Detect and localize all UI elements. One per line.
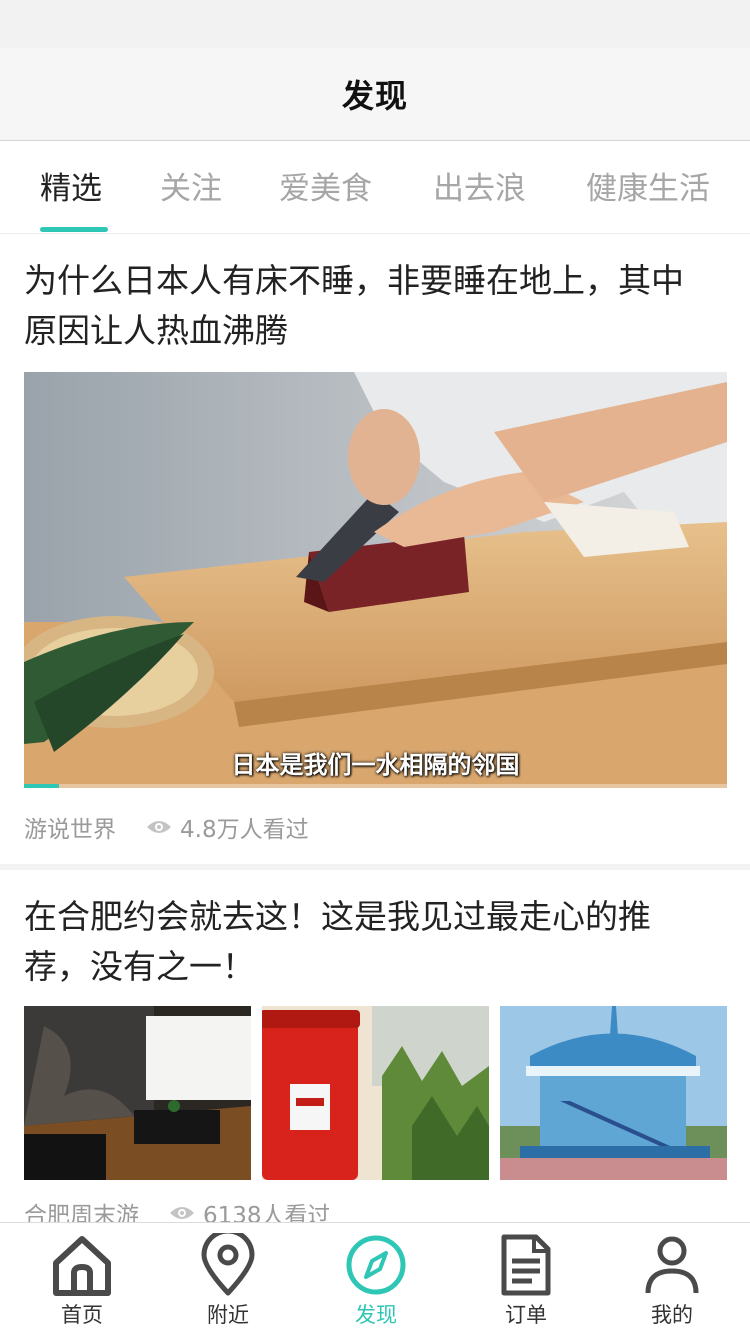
category-tabs: 精选 关注 爱美食 出去浪 健康生活 [0, 141, 750, 234]
document-icon [501, 1234, 551, 1296]
page-title: 发现 [341, 77, 408, 115]
article-meta: 合肥周末游 6138人看过 [24, 1196, 331, 1222]
image-strip [24, 1006, 727, 1180]
tab-profile[interactable]: 我的 [597, 1223, 747, 1335]
article-meta: 游说世界 4.8万人看过 [24, 810, 309, 844]
tab-following[interactable]: 关注 [160, 163, 222, 208]
location-pin-icon [201, 1233, 255, 1296]
tab-home[interactable]: 首页 [7, 1223, 157, 1335]
tab-healthy-living[interactable]: 健康生活 [586, 163, 710, 208]
compass-icon [346, 1235, 406, 1295]
tab-food[interactable]: 爱美食 [279, 163, 372, 208]
tab-travel[interactable]: 出去浪 [433, 163, 526, 208]
tab-orders[interactable]: 订单 [451, 1223, 601, 1335]
tab-nearby[interactable]: 附近 [153, 1223, 303, 1335]
eye-icon [170, 1207, 194, 1219]
video-frame-illustration [24, 372, 727, 788]
tab-featured[interactable]: 精选 [40, 163, 102, 208]
navigation-bar: 发现 [0, 48, 750, 141]
thumbnail-carousel[interactable] [500, 1006, 727, 1180]
article-title[interactable]: 为什么日本人有床不睡，非要睡在地上，其中原因让人热血沸腾 [24, 256, 714, 356]
video-progress-bar [24, 784, 727, 788]
postbox-shop-illustration [262, 1006, 489, 1180]
tab-orders-label: 订单 [505, 1303, 547, 1327]
carousel-illustration [500, 1006, 727, 1180]
video-subtitle: 日本是我们一水相隔的邻国 [231, 751, 520, 779]
thumbnail-postbox-shop[interactable] [262, 1006, 489, 1180]
thumbnail-cinema-room[interactable] [24, 1006, 251, 1180]
tab-nearby-label: 附近 [207, 1303, 249, 1327]
eye-icon [147, 821, 171, 833]
tab-profile-label: 我的 [651, 1303, 693, 1327]
article-title[interactable]: 在合肥约会就去这！这是我见过最走心的推荐，没有之一！ [24, 892, 714, 992]
video-progress-fill [24, 784, 60, 788]
status-bar [0, 0, 750, 48]
feed-card[interactable]: 为什么日本人有床不睡，非要睡在地上，其中原因让人热血沸腾 日本是我们一水相隔的邻… [0, 234, 750, 864]
tab-discover-label: 发现 [355, 1303, 397, 1327]
feed-card[interactable]: 在合肥约会就去这！这是我见过最走心的推荐，没有之一！ 合肥周末游 6138人看过 [0, 870, 750, 1222]
active-tab-indicator [40, 227, 108, 232]
cinema-room-illustration [24, 1006, 251, 1180]
home-icon [53, 1236, 111, 1296]
bottom-tab-bar: 首页 附近 发现 订单 我的 [0, 1222, 750, 1335]
user-icon [645, 1236, 699, 1294]
tab-discover[interactable]: 发现 [301, 1223, 451, 1335]
view-count: 4.8万人看过 [180, 817, 309, 843]
video-thumbnail[interactable]: 日本是我们一水相隔的邻国 [24, 372, 727, 788]
article-source[interactable]: 游说世界 [24, 810, 116, 844]
view-count: 6138人看过 [203, 1203, 331, 1222]
tab-home-label: 首页 [61, 1303, 103, 1327]
feed-list: 为什么日本人有床不睡，非要睡在地上，其中原因让人热血沸腾 日本是我们一水相隔的邻… [0, 234, 750, 1222]
article-source[interactable]: 合肥周末游 [24, 1196, 139, 1222]
